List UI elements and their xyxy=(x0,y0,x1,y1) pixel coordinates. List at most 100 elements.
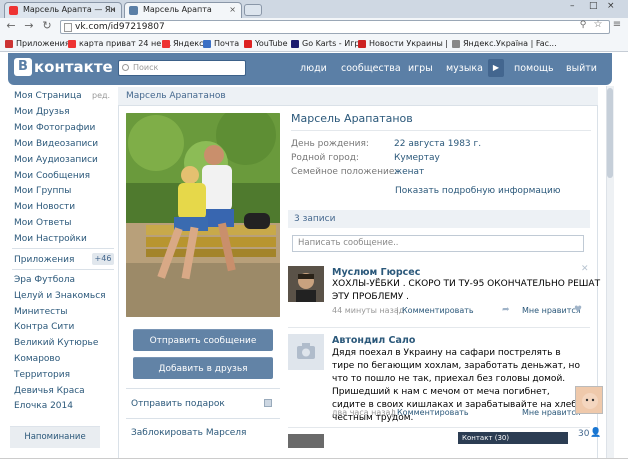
share-icon[interactable]: ➦ xyxy=(502,305,510,315)
page-title: Марсель Арапатанов xyxy=(118,87,598,106)
post-time[interactable]: 44 минуты назад xyxy=(332,306,404,315)
nav-people[interactable]: люди xyxy=(300,63,327,74)
comment-link[interactable]: Комментировать xyxy=(397,408,469,417)
edit-menu-link[interactable]: ред. xyxy=(92,91,110,100)
sidebar-item[interactable]: Мои Видеозаписи xyxy=(14,139,98,149)
post-time[interactable]: два часа назад xyxy=(332,408,396,417)
minimize-button[interactable]: – xyxy=(570,1,575,11)
divider xyxy=(288,327,590,328)
chat-avatar[interactable] xyxy=(575,386,603,414)
sidebar-item[interactable]: Мои Сообщения xyxy=(14,171,90,181)
browser-tab-1[interactable]: Марсель Арапта — Ян × xyxy=(4,2,122,18)
post-author[interactable]: Муслюм Гюрсес xyxy=(332,267,420,278)
sidebar-group-link[interactable]: Елочка 2014 xyxy=(14,401,73,411)
post-author-avatar[interactable] xyxy=(288,434,324,448)
like-button[interactable]: Мне нравится xyxy=(522,306,581,315)
sidebar-item[interactable]: Мои Фотографии xyxy=(14,123,95,133)
send-gift-link[interactable]: Отправить подарок xyxy=(131,399,225,409)
bookmark-item[interactable]: Яндекс.Украïна | Fac... xyxy=(452,38,557,50)
heart-icon[interactable]: ♥ xyxy=(574,305,582,315)
menu-icon[interactable]: ≡ xyxy=(610,19,624,30)
online-friends-count[interactable]: 30 xyxy=(578,429,589,439)
profile-photo[interactable] xyxy=(126,113,280,317)
bookmark-item[interactable]: YouTube xyxy=(244,38,288,50)
search-input[interactable]: Поиск xyxy=(118,60,246,76)
person-icon: 👤 xyxy=(590,428,602,438)
post-author-avatar[interactable] xyxy=(288,334,324,370)
scrollbar-thumb[interactable] xyxy=(607,88,613,178)
search-icon[interactable]: ⚲ xyxy=(576,20,590,30)
divider xyxy=(291,130,591,131)
forward-arrow-icon[interactable]: → xyxy=(22,19,36,32)
nav-music[interactable]: музыка xyxy=(446,63,483,74)
marital-status-value[interactable]: женат xyxy=(394,167,424,177)
close-window-button[interactable]: × xyxy=(607,1,615,11)
divider xyxy=(126,418,280,419)
wall-header[interactable]: 3 записи xyxy=(288,210,590,228)
nav-communities[interactable]: сообщества xyxy=(341,63,401,74)
sidebar-group-link[interactable]: Минитесты xyxy=(14,307,67,317)
bookmark-item[interactable]: карта приват 24 не ... xyxy=(68,38,171,50)
sidebar-group-link[interactable]: Комарово xyxy=(14,354,60,364)
sidebar-group-link[interactable]: Контра Сити xyxy=(14,322,74,332)
reminder-button[interactable]: Напоминание xyxy=(10,426,100,448)
apps-count-badge[interactable]: +46 xyxy=(92,253,114,265)
browser-tab-2[interactable]: Марсель Арапта × xyxy=(124,2,242,18)
tab-close-icon[interactable]: × xyxy=(109,3,116,17)
sidebar-item[interactable]: Мои Аудиозаписи xyxy=(14,155,98,165)
hometown-value[interactable]: Кумертау xyxy=(394,153,440,163)
profile-photo-image xyxy=(126,113,280,317)
star-icon[interactable]: ☆ xyxy=(591,19,605,30)
bookmark-item[interactable]: Почта xyxy=(203,38,239,50)
baby-avatar-image xyxy=(576,387,602,413)
bookmark-item[interactable]: Яндекс xyxy=(162,38,203,50)
sidebar-item[interactable]: Мои Настройки xyxy=(14,234,87,244)
sidebar-item[interactable]: Мои Друзья xyxy=(14,107,70,117)
bookmark-item[interactable]: Go Karts - Игры xyxy=(291,38,366,50)
search-placeholder: Поиск xyxy=(133,63,159,72)
sidebar-item[interactable]: Мои Новости xyxy=(14,202,75,212)
sidebar-item-apps[interactable]: Приложения xyxy=(14,255,74,265)
vk-logo[interactable]: В контакте xyxy=(14,58,113,76)
sidebar-group-link[interactable]: Великий Кутюрье xyxy=(14,338,98,348)
sidebar-divider xyxy=(12,269,114,270)
like-button[interactable]: Мне нравится xyxy=(522,408,581,417)
bookmark-label: карта приват 24 не ... xyxy=(79,39,172,48)
wall-post-input[interactable]: Написать сообщение.. xyxy=(292,235,584,252)
sidebar-divider xyxy=(12,248,114,249)
new-tab-button[interactable] xyxy=(244,4,262,16)
nav-help[interactable]: помощь xyxy=(514,63,554,74)
bookmark-item[interactable]: Новости Украины | xyxy=(358,38,448,50)
sidebar-group-link[interactable]: Девичья Краса xyxy=(14,386,85,396)
birthday-value[interactable]: 22 августа 1983 г. xyxy=(394,139,481,149)
post-author-avatar[interactable] xyxy=(288,266,324,302)
divider xyxy=(288,427,590,428)
bookmark-label: Почта xyxy=(214,39,240,48)
sidebar-item[interactable]: Мои Группы xyxy=(14,186,71,196)
send-message-button[interactable]: Отправить сообщение xyxy=(133,329,273,351)
block-user-link[interactable]: Заблокировать Марселя xyxy=(131,428,246,438)
add-friend-button[interactable]: Добавить в друзья xyxy=(133,357,273,379)
bookmark-item[interactable]: Приложения xyxy=(5,38,70,50)
nav-games[interactable]: игры xyxy=(408,63,433,74)
sidebar-group-link[interactable]: Территория xyxy=(14,370,70,380)
bookmark-label: Go Karts - Игры xyxy=(302,39,366,48)
avatar-image xyxy=(288,266,324,302)
close-icon[interactable]: ✕ xyxy=(581,264,589,274)
nav-logout[interactable]: выйти xyxy=(566,63,597,74)
birthday-label: День рождения: xyxy=(291,139,369,149)
reload-icon[interactable]: ↻ xyxy=(40,19,54,32)
taskbar-item[interactable]: Контакт (30) xyxy=(458,432,568,444)
tab-close-icon[interactable]: × xyxy=(229,3,236,17)
show-more-info-link[interactable]: Показать подробную информацию xyxy=(395,186,560,196)
back-arrow-icon[interactable]: ← xyxy=(4,19,18,32)
address-bar[interactable]: vk.com/id97219807 xyxy=(60,20,610,34)
sidebar-group-link[interactable]: Целуй и Знакомься xyxy=(14,291,106,301)
sidebar-item[interactable]: Моя Страница xyxy=(14,91,82,101)
sidebar-group-link[interactable]: Эра Футбола xyxy=(14,275,75,285)
maximize-button[interactable]: □ xyxy=(589,1,598,11)
post-author[interactable]: Автондил Сало xyxy=(332,335,415,346)
play-icon[interactable]: ▶ xyxy=(488,59,504,77)
comment-link[interactable]: Комментировать xyxy=(402,306,474,315)
sidebar-item[interactable]: Мои Ответы xyxy=(14,218,72,228)
